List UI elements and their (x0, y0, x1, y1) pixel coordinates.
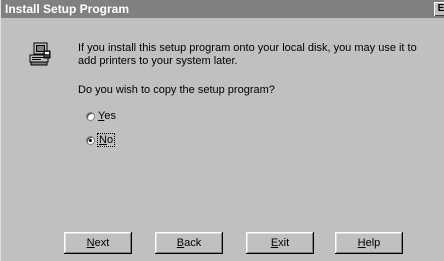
radio-yes-circle[interactable] (86, 111, 95, 121)
info-message: If you install this setup program onto y… (78, 42, 417, 67)
radio-no-circle[interactable] (86, 135, 95, 145)
close-button[interactable]: E (434, 2, 444, 16)
radio-no[interactable]: No (86, 133, 116, 147)
window-title: Install Setup Program (5, 2, 130, 16)
printer-setup-icon (29, 42, 51, 66)
exit-button[interactable]: Exit (246, 232, 314, 254)
radio-no-label[interactable]: No (96, 133, 116, 147)
radio-yes-label[interactable]: Yes (98, 110, 116, 122)
radio-yes[interactable]: Yes (86, 109, 116, 123)
title-bar[interactable]: Install Setup Program E (1, 0, 444, 18)
copy-question: Do you wish to copy the setup program? (78, 84, 275, 96)
back-button[interactable]: Back (155, 232, 223, 254)
help-button[interactable]: Help (335, 232, 403, 254)
install-setup-dialog: Install Setup Program E If you install t… (0, 0, 444, 261)
next-button[interactable]: Next (64, 232, 132, 254)
